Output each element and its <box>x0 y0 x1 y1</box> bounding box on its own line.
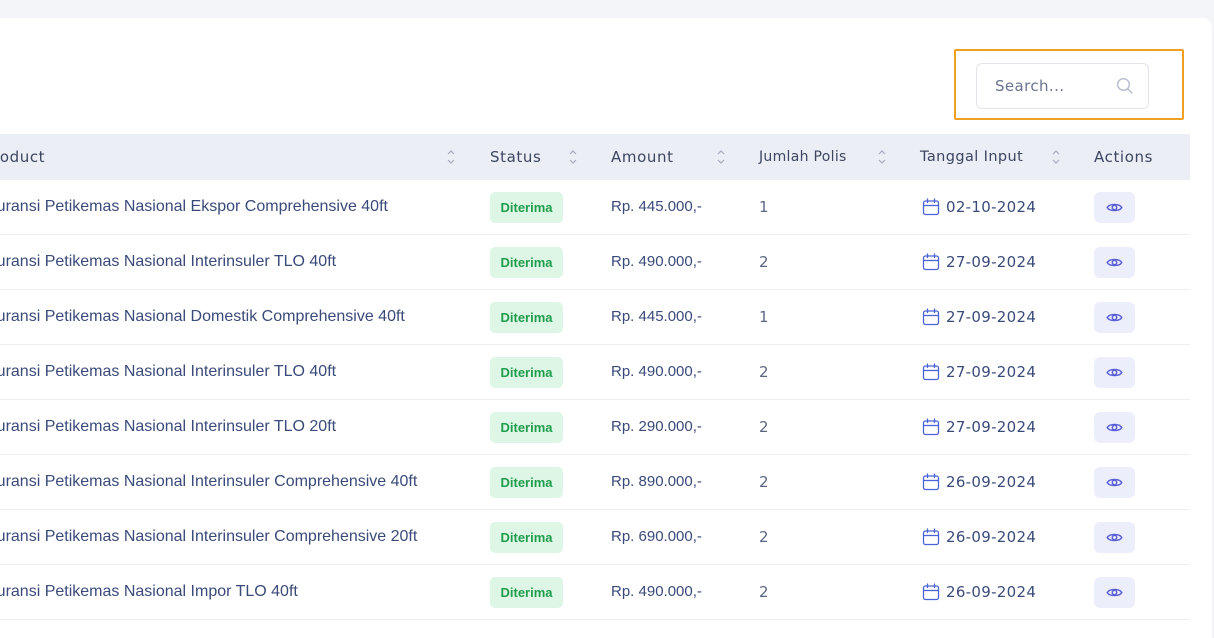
date-value: 26-09-2024 <box>946 473 1037 491</box>
header-product[interactable]: Product <box>0 134 45 180</box>
jumlah-polis-value: 1 <box>759 308 769 326</box>
product-name: Asuransi Petikemas Nasional Impor TLO 40… <box>0 583 298 600</box>
status-badge: Diterima <box>490 467 563 498</box>
amount-value: Rp. 890.000,- <box>611 473 702 490</box>
sort-chevrons-icon[interactable] <box>568 148 578 166</box>
view-button[interactable] <box>1094 192 1135 223</box>
header-status[interactable]: Status <box>490 134 541 180</box>
data-table: Product Status Amount Jumlah Polis Tangg… <box>0 134 1190 620</box>
product-name: Asuransi Petikemas Nasional Domestik Com… <box>0 308 405 325</box>
calendar-icon <box>922 363 940 381</box>
sort-chevrons-icon[interactable] <box>1051 148 1061 166</box>
table-row: Asuransi Petikemas Nasional Ekspor Compr… <box>0 180 1190 235</box>
table-row: Asuransi Petikemas Nasional Interinsuler… <box>0 400 1190 455</box>
header-actions: Actions <box>1094 148 1153 166</box>
calendar-icon <box>922 583 940 601</box>
table-row: Asuransi Petikemas Nasional Interinsuler… <box>0 455 1190 510</box>
amount-value: Rp. 490.000,- <box>611 253 702 270</box>
table-row: Asuransi Petikemas Nasional Impor TLO 40… <box>0 565 1190 620</box>
search-icon[interactable] <box>1116 77 1134 95</box>
product-name: Asuransi Petikemas Nasional Interinsuler… <box>0 418 337 435</box>
sort-chevrons-icon[interactable] <box>716 148 726 166</box>
jumlah-polis-value: 2 <box>759 418 769 436</box>
content-card: Product Status Amount Jumlah Polis Tangg… <box>0 18 1212 638</box>
status-badge: Diterima <box>490 302 563 333</box>
status-badge: Diterima <box>490 247 563 278</box>
eye-icon <box>1106 368 1123 377</box>
amount-value: Rp. 490.000,- <box>611 363 702 380</box>
eye-icon <box>1106 588 1123 597</box>
header-amount[interactable]: Amount <box>611 134 674 180</box>
eye-icon <box>1106 478 1123 487</box>
amount-value: Rp. 445.000,- <box>611 308 702 325</box>
table-row: Asuransi Petikemas Nasional Interinsuler… <box>0 510 1190 565</box>
calendar-icon <box>922 308 940 326</box>
date-value: 27-09-2024 <box>946 308 1037 326</box>
jumlah-polis-value: 2 <box>759 253 769 271</box>
date-value: 26-09-2024 <box>946 528 1037 546</box>
sort-chevrons-icon[interactable] <box>877 148 887 166</box>
eye-icon <box>1106 313 1123 322</box>
view-button[interactable] <box>1094 577 1135 608</box>
date-value: 26-09-2024 <box>946 583 1037 601</box>
jumlah-polis-value: 1 <box>759 198 769 216</box>
status-badge: Diterima <box>490 357 563 388</box>
view-button[interactable] <box>1094 302 1135 333</box>
eye-icon <box>1106 423 1123 432</box>
jumlah-polis-value: 2 <box>759 583 769 601</box>
date-value: 27-09-2024 <box>946 418 1037 436</box>
table-row: Asuransi Petikemas Nasional Domestik Com… <box>0 290 1190 345</box>
calendar-icon <box>922 473 940 491</box>
sort-chevrons-icon[interactable] <box>446 148 456 166</box>
table-row: Asuransi Petikemas Nasional Interinsuler… <box>0 345 1190 400</box>
header-jumlah-polis[interactable]: Jumlah Polis <box>759 134 847 180</box>
table-header: Product Status Amount Jumlah Polis Tangg… <box>0 134 1190 180</box>
amount-value: Rp. 290.000,- <box>611 418 702 435</box>
header-tanggal-input[interactable]: Tanggal Input <box>920 134 1023 180</box>
product-name: Asuransi Petikemas Nasional Interinsuler… <box>0 253 337 270</box>
amount-value: Rp. 690.000,- <box>611 528 702 545</box>
table-row: Asuransi Petikemas Nasional Interinsuler… <box>0 235 1190 290</box>
eye-icon <box>1106 533 1123 542</box>
status-badge: Diterima <box>490 192 563 223</box>
product-name: Asuransi Petikemas Nasional Interinsuler… <box>0 473 418 490</box>
date-value: 27-09-2024 <box>946 363 1037 381</box>
view-button[interactable] <box>1094 467 1135 498</box>
jumlah-polis-value: 2 <box>759 528 769 546</box>
date-value: 02-10-2024 <box>946 198 1037 216</box>
view-button[interactable] <box>1094 522 1135 553</box>
eye-icon <box>1106 203 1123 212</box>
amount-value: Rp. 490.000,- <box>611 583 702 600</box>
search-box[interactable] <box>976 63 1149 109</box>
date-value: 27-09-2024 <box>946 253 1037 271</box>
status-badge: Diterima <box>490 522 563 553</box>
view-button[interactable] <box>1094 412 1135 443</box>
product-name: Asuransi Petikemas Nasional Interinsuler… <box>0 363 337 380</box>
product-name: Asuransi Petikemas Nasional Interinsuler… <box>0 528 418 545</box>
calendar-icon <box>922 528 940 546</box>
product-name: Asuransi Petikemas Nasional Ekspor Compr… <box>0 198 388 215</box>
status-badge: Diterima <box>490 412 563 443</box>
calendar-icon <box>922 253 940 271</box>
status-badge: Diterima <box>490 577 563 608</box>
table-body: Asuransi Petikemas Nasional Ekspor Compr… <box>0 180 1190 620</box>
calendar-icon <box>922 198 940 216</box>
eye-icon <box>1106 258 1123 267</box>
view-button[interactable] <box>1094 357 1135 388</box>
jumlah-polis-value: 2 <box>759 473 769 491</box>
view-button[interactable] <box>1094 247 1135 278</box>
search-input[interactable] <box>995 64 1110 108</box>
amount-value: Rp. 445.000,- <box>611 198 702 215</box>
jumlah-polis-value: 2 <box>759 363 769 381</box>
calendar-icon <box>922 418 940 436</box>
